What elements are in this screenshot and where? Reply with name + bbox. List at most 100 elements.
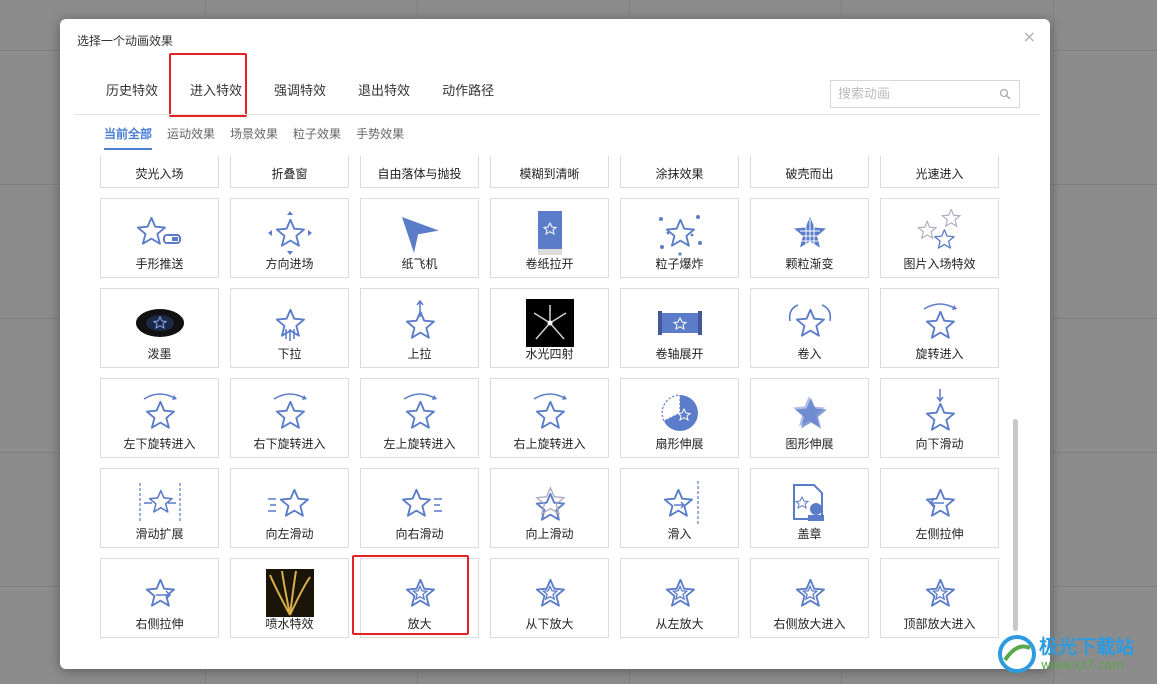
effect-label: 右侧放大进入 — [773, 617, 846, 631]
effect-card[interactable]: 泼墨 — [100, 288, 219, 368]
effect-card[interactable]: 折叠窗 — [230, 156, 349, 188]
effect-card[interactable]: 向右滑动 — [360, 468, 479, 548]
subtab-gesture[interactable]: 手势效果 — [356, 125, 404, 150]
effect-card[interactable]: 右上旋转进入 — [490, 378, 609, 458]
tab-emphasis[interactable]: 强调特效 — [258, 77, 342, 107]
effect-card[interactable]: 向左滑动 — [230, 468, 349, 548]
effect-label: 从下放大 — [525, 617, 574, 631]
close-icon[interactable]: × — [1023, 29, 1036, 45]
fan-circle-icon — [656, 389, 704, 437]
effect-card[interactable]: 从下放大 — [490, 558, 609, 638]
paper-plane-icon — [396, 209, 444, 257]
effect-card[interactable]: 盖章 — [750, 468, 869, 548]
stamp-icon — [786, 479, 834, 527]
star-left-icon — [266, 479, 314, 527]
effect-label: 荧光入场 — [135, 167, 184, 181]
effect-card[interactable]: 方向进场 — [230, 198, 349, 278]
effect-card[interactable]: 颗粒渐变 — [750, 198, 869, 278]
effect-card[interactable]: 左侧拉伸 — [880, 468, 999, 548]
effect-label: 破壳而出 — [785, 167, 834, 181]
star-right-icon — [396, 479, 444, 527]
effect-card[interactable]: 右侧放大进入 — [750, 558, 869, 638]
effect-label: 滑动扩展 — [135, 527, 184, 541]
effect-label: 向下滑动 — [915, 437, 964, 451]
effect-card[interactable]: 下拉 — [230, 288, 349, 368]
effect-card[interactable]: 上拉 — [360, 288, 479, 368]
effect-label: 右上旋转进入 — [513, 437, 586, 451]
tab-history[interactable]: 历史特效 — [90, 77, 174, 107]
effect-card[interactable]: 图形伸展 — [750, 378, 869, 458]
effect-label: 右侧拉伸 — [135, 617, 184, 631]
vertical-scrollbar[interactable] — [1013, 419, 1018, 631]
subtab-scene[interactable]: 场景效果 — [230, 125, 278, 150]
effect-card[interactable]: 卷入 — [750, 288, 869, 368]
effect-label: 向左滑动 — [265, 527, 314, 541]
effect-label: 颗粒渐变 — [785, 257, 834, 271]
effect-card[interactable]: 向上滑动 — [490, 468, 609, 548]
search-icon[interactable] — [999, 88, 1011, 100]
star-down-icon — [266, 299, 314, 347]
tab-highlight-box — [169, 53, 247, 117]
effect-card[interactable]: 顶部放大进入 — [880, 558, 999, 638]
star-arrows-icon — [266, 209, 314, 257]
subtab-particle[interactable]: 粒子效果 — [293, 125, 341, 150]
scroll-roll-icon — [656, 299, 704, 347]
effect-card[interactable]: 滑入 — [620, 468, 739, 548]
effect-card[interactable]: 卷纸拉开 — [490, 198, 609, 278]
effect-label: 模糊到清晰 — [519, 167, 580, 181]
effect-card[interactable]: 卷轴展开 — [620, 288, 739, 368]
effect-card[interactable]: 光速进入 — [880, 156, 999, 188]
effect-card[interactable]: 左上旋转进入 — [360, 378, 479, 458]
tab-motion-path[interactable]: 动作路径 — [426, 77, 510, 107]
search-box — [830, 80, 1020, 108]
tab-exit[interactable]: 退出特效 — [342, 77, 426, 107]
search-input[interactable] — [831, 81, 991, 107]
subtab-motion[interactable]: 运动效果 — [167, 125, 215, 150]
star-dots-icon — [656, 209, 704, 257]
effect-card[interactable]: 模糊到清晰 — [490, 156, 609, 188]
effect-label: 左上旋转进入 — [383, 437, 456, 451]
effect-card[interactable]: 手形推送 — [100, 198, 219, 278]
effect-card[interactable]: 粒子爆炸 — [620, 198, 739, 278]
star-grid-icon — [786, 209, 834, 257]
effect-label: 卷轴展开 — [655, 347, 704, 361]
effect-card[interactable]: 右侧拉伸 — [100, 558, 219, 638]
effect-card[interactable]: 滑动扩展 — [100, 468, 219, 548]
effect-card[interactable]: 旋转进入 — [880, 288, 999, 368]
effect-label: 右下旋转进入 — [253, 437, 326, 451]
effect-card[interactable]: 自由落体与抛投 — [360, 156, 479, 188]
watermark-url: www.xz7.com — [1041, 658, 1124, 672]
star-zoom-icon — [916, 569, 964, 617]
effect-label: 盖章 — [797, 527, 822, 541]
effect-label: 左下旋转进入 — [123, 437, 196, 451]
star-swirl-icon — [786, 299, 834, 347]
header-divider — [74, 114, 1040, 115]
effect-card[interactable]: 水光四射 — [490, 288, 609, 368]
effect-label: 方向进场 — [265, 257, 314, 271]
effect-category-tabs: 历史特效 进入特效 强调特效 退出特效 动作路径 — [90, 77, 510, 107]
watermark-logo-icon — [998, 635, 1036, 673]
effect-card[interactable]: 向下滑动 — [880, 378, 999, 458]
effect-card[interactable]: 纸飞机 — [360, 198, 479, 278]
effect-label: 下拉 — [277, 347, 302, 361]
subtab-all[interactable]: 当前全部 — [104, 125, 153, 150]
effect-card[interactable]: 荧光入场 — [100, 156, 219, 188]
effect-card[interactable]: 扇形伸展 — [620, 378, 739, 458]
star-rotate-icon — [526, 389, 574, 437]
effect-label: 旋转进入 — [915, 347, 964, 361]
effect-card[interactable]: 右下旋转进入 — [230, 378, 349, 458]
effect-card[interactable]: 从左放大 — [620, 558, 739, 638]
star-zoom-icon — [526, 569, 574, 617]
effect-card[interactable]: 图片入场特效 — [880, 198, 999, 278]
effect-label: 水光四射 — [525, 347, 574, 361]
star-zoom-icon — [656, 569, 704, 617]
effect-label: 喷水特效 — [265, 617, 314, 631]
star-up-shadow-icon — [526, 479, 574, 527]
effect-label: 手形推送 — [135, 257, 184, 271]
effect-label: 从左放大 — [655, 617, 704, 631]
effect-card[interactable]: 破壳而出 — [750, 156, 869, 188]
effect-card[interactable]: 喷水特效 — [230, 558, 349, 638]
effect-card[interactable]: 左下旋转进入 — [100, 378, 219, 458]
effect-card[interactable]: 涂抹效果 — [620, 156, 739, 188]
star-up-icon — [396, 299, 444, 347]
